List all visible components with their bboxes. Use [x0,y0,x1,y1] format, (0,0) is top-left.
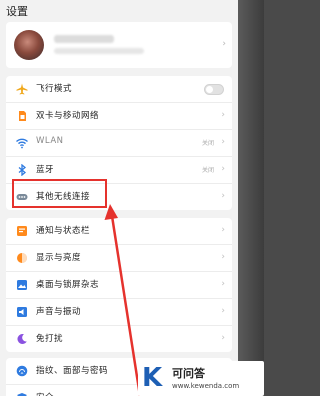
watermark-name: 可问答 [172,367,205,380]
annotation-arrow [104,204,142,396]
watermark-letter: K [142,363,163,393]
watermark-url: www.kewenda.com [172,382,240,390]
watermark-logo: K 可问答 www.kewenda.com [138,361,264,396]
